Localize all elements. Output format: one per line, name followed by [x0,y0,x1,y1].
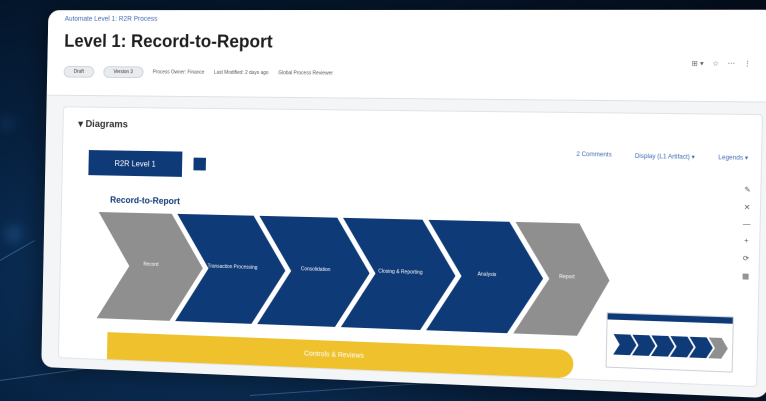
section-title[interactable]: ▾ Diagrams [78,119,128,130]
refresh-icon[interactable]: ⟳ [743,254,750,262]
last-modified: Last Modified: 2 days ago [213,69,269,77]
header-actions: ⊞ ▾ ☆ ⋯ ⋮ [692,59,752,68]
background-line [0,240,35,261]
close-icon[interactable]: ✕ [744,203,751,211]
version-pill[interactable]: Version 3 [103,66,144,79]
diagram-side-tools: ✎ ✕ — + ⟳ ▦ [737,186,756,281]
background-glow [6,226,22,242]
edit-icon[interactable]: ✎ [744,186,751,194]
app-window: Automate Level 1: R2R Process Level 1: R… [41,9,766,399]
level-button[interactable]: R2R Level 1 [88,150,183,177]
zoom-in-icon[interactable]: + [744,238,749,245]
kebab-icon[interactable]: ⋮ [744,60,752,68]
status-pill[interactable]: Draft [63,65,95,78]
color-swatch[interactable] [193,157,207,171]
diagram-minimap[interactable] [605,312,734,373]
process-owner: Process Owner: Finance [152,69,205,76]
meta-row: Draft Version 3 Process Owner: Finance L… [63,65,333,80]
legends-dropdown[interactable]: Legends ▾ [718,154,748,162]
comments-button[interactable]: 2 Comments [576,152,612,160]
grid-icon[interactable]: ⊞ ▾ [692,59,704,67]
display-dropdown[interactable]: Display (L1 Artifact) ▾ [635,153,695,161]
zoom-out-icon[interactable]: — [743,221,751,228]
background-glow [2,118,12,128]
grid-icon[interactable]: ▦ [742,272,749,280]
star-icon[interactable]: ☆ [712,60,719,68]
page-header: Automate Level 1: R2R Process Level 1: R… [46,9,766,103]
diagrams-panel: ▾ Diagrams R2R Level 1 2 Comments Displa… [57,106,764,388]
breadcrumb[interactable]: Automate Level 1: R2R Process [65,16,158,23]
more-icon[interactable]: ⋯ [727,60,735,68]
page-title: Level 1: Record-to-Report [64,31,273,52]
diagram-toolbar: 2 Comments Display (L1 Artifact) ▾ Legen… [576,152,748,162]
reviewer: Global Process Reviewer [278,70,333,77]
diagram-title: Record-to-Report [110,194,181,207]
